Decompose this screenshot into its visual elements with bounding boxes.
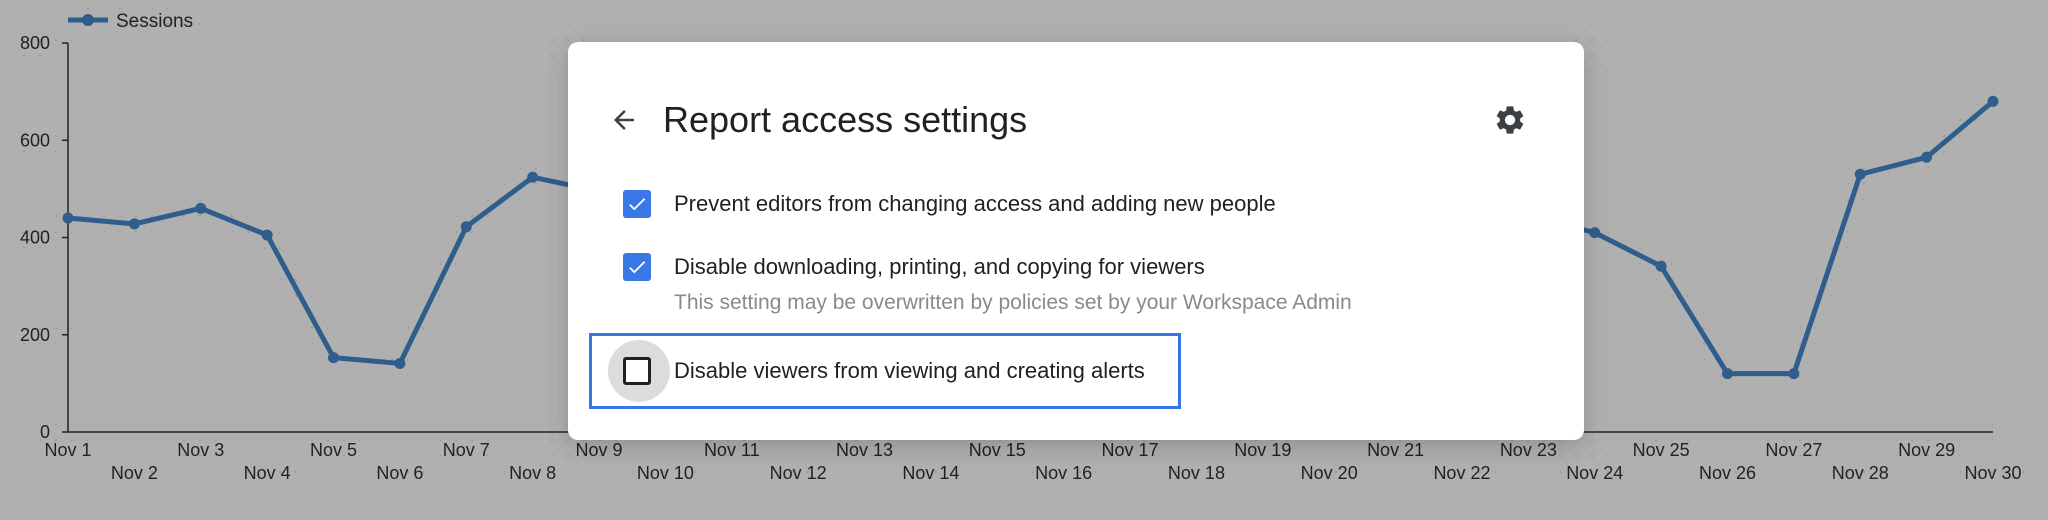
x-tick-label: Nov 25	[1633, 440, 1690, 460]
dialog-title: Report access settings	[663, 99, 1028, 140]
x-tick-label: Nov 6	[376, 463, 423, 483]
x-tick-label: Nov 2	[111, 463, 158, 483]
checkmark-icon	[629, 261, 646, 274]
disable-downloading-checkbox[interactable]	[623, 253, 651, 281]
x-tick-label: Nov 18	[1168, 463, 1225, 483]
x-tick-label: Nov 13	[836, 440, 893, 460]
x-tick-label: Nov 4	[244, 463, 291, 483]
option-disable-alerts: Disable viewers from viewing and creatin…	[623, 357, 1145, 385]
data-point	[62, 212, 74, 224]
x-tick-label: Nov 20	[1301, 463, 1358, 483]
x-tick-label: Nov 3	[177, 440, 224, 460]
data-point	[1854, 168, 1866, 180]
x-tick-label: Nov 12	[770, 463, 827, 483]
x-tick-label: Nov 23	[1500, 440, 1557, 460]
y-tick-label: 400	[20, 228, 50, 248]
option-disable-downloading: Disable downloading, printing, and copyi…	[623, 253, 1352, 317]
prevent-editors-label: Prevent editors from changing access and…	[674, 191, 1276, 216]
x-tick-label: Nov 26	[1699, 463, 1756, 483]
settings-button[interactable]	[1486, 96, 1534, 144]
data-point	[460, 221, 472, 233]
x-tick-label: Nov 30	[1964, 463, 2021, 483]
x-tick-label: Nov 27	[1765, 440, 1822, 460]
data-point	[1788, 368, 1800, 380]
data-point	[1721, 368, 1733, 380]
data-point	[1655, 260, 1667, 272]
data-point	[128, 218, 140, 230]
arrow-left-icon	[614, 110, 634, 130]
report-access-settings-dialog: Report access settings Prevent editors f…	[568, 42, 1584, 440]
data-point	[527, 171, 539, 183]
x-tick-label: Nov 22	[1433, 463, 1490, 483]
y-tick-label: 0	[40, 422, 50, 442]
x-tick-label: Nov 7	[443, 440, 490, 460]
data-point	[1987, 95, 1999, 107]
option-prevent-editors: Prevent editors from changing access and…	[623, 190, 1276, 218]
y-tick-label: 600	[20, 130, 50, 150]
x-tick-label: Nov 21	[1367, 440, 1424, 460]
disable-downloading-sublabel: This setting may be overwritten by polic…	[674, 291, 1352, 314]
x-tick-label: Nov 29	[1898, 440, 1955, 460]
back-button[interactable]	[602, 98, 646, 142]
data-point	[261, 229, 273, 241]
data-point	[328, 352, 340, 364]
x-tick-label: Nov 11	[704, 440, 760, 460]
x-tick-label: Nov 9	[576, 440, 623, 460]
x-tick-label: Nov 28	[1832, 463, 1889, 483]
x-tick-label: Nov 8	[509, 463, 556, 483]
legend-marker	[82, 14, 94, 26]
x-tick-label: Nov 14	[902, 463, 959, 483]
x-tick-label: Nov 17	[1102, 440, 1159, 460]
data-point	[1921, 151, 1933, 163]
gear-icon	[1496, 106, 1524, 134]
disable-downloading-label: Disable downloading, printing, and copyi…	[674, 254, 1205, 279]
legend-label: Sessions	[116, 11, 193, 32]
y-tick-label: 800	[20, 33, 50, 53]
data-point	[195, 202, 207, 214]
x-tick-label: Nov 15	[969, 440, 1026, 460]
x-tick-label: Nov 24	[1566, 463, 1623, 483]
disable-alerts-checkbox[interactable]	[623, 357, 651, 385]
x-tick-label: Nov 10	[637, 463, 694, 483]
checkmark-icon	[629, 198, 646, 211]
x-tick-label: Nov 16	[1035, 463, 1092, 483]
x-tick-label: Nov 1	[44, 440, 91, 460]
data-point	[394, 357, 406, 369]
data-point	[1589, 227, 1601, 239]
x-tick-label: Nov 19	[1234, 440, 1291, 460]
y-tick-label: 200	[20, 325, 50, 345]
x-tick-label: Nov 5	[310, 440, 357, 460]
disable-alerts-label: Disable viewers from viewing and creatin…	[674, 358, 1145, 383]
prevent-editors-checkbox[interactable]	[623, 190, 651, 218]
